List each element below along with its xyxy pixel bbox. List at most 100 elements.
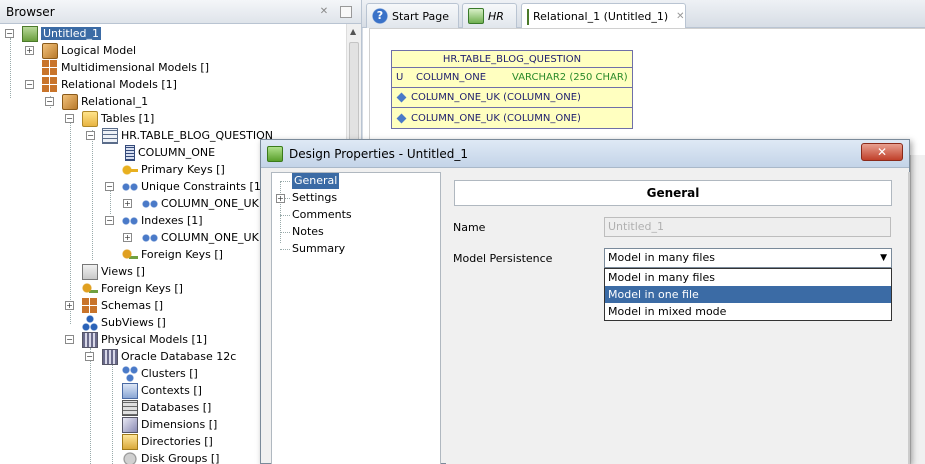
- tree-node-label: Primary Keys []: [141, 163, 225, 176]
- tree-node-label: Dimensions []: [141, 418, 218, 431]
- entity-constraint-row[interactable]: COLUMN_ONE_UK (COLUMN_ONE): [392, 88, 632, 108]
- tree-node-label: HR.TABLE_BLOG_QUESTION: [121, 129, 273, 142]
- table-icon: [102, 127, 118, 144]
- expand-toggle[interactable]: +: [123, 233, 132, 242]
- tab-label: HR: [488, 9, 504, 23]
- databases-icon: [122, 399, 138, 416]
- tree-node-disk-groups[interactable]: Disk Groups []: [122, 450, 219, 464]
- name-field[interactable]: Untitled_1: [604, 217, 891, 237]
- collapse-toggle[interactable]: −: [65, 114, 74, 123]
- tree-node-label: Contexts []: [141, 384, 202, 397]
- table-entity[interactable]: HR.TABLE_BLOG_QUESTION U COLUMN_ONE VARC…: [391, 50, 633, 129]
- chevron-down-icon[interactable]: ▼: [880, 249, 887, 267]
- dialog-scrollbar[interactable]: [908, 172, 910, 464]
- logical-model-icon: [42, 42, 58, 59]
- nav-settings[interactable]: Settings: [292, 190, 337, 206]
- tree-node-label: Multidimensional Models []: [61, 61, 210, 74]
- scroll-up-icon[interactable]: ▲: [350, 27, 356, 36]
- collapse-toggle[interactable]: −: [85, 352, 94, 361]
- dialog-title: Design Properties - Untitled_1: [289, 146, 468, 161]
- tree-node-directories[interactable]: Directories []: [122, 433, 213, 450]
- tree-node-label: Clusters []: [141, 367, 198, 380]
- tree-node-label: Foreign Keys []: [141, 248, 223, 261]
- tree-node-logical-model[interactable]: Logical Model: [42, 42, 136, 59]
- constraint-label: COLUMN_ONE_UK (COLUMN_ONE): [411, 92, 581, 103]
- folder-icon: [82, 110, 98, 127]
- tree-node-views[interactable]: Views []: [82, 263, 145, 280]
- tree-node-table-foreign-keys[interactable]: Foreign Keys []: [122, 246, 223, 263]
- tab-hr[interactable]: HR: [462, 3, 517, 28]
- physical-model-icon: [82, 331, 98, 348]
- browser-header: Browser ✕: [0, 0, 361, 24]
- unique-constraint-icon: [122, 178, 138, 195]
- tree-node-label: Oracle Database 12c: [121, 350, 237, 363]
- tree-node-contexts[interactable]: Contexts []: [122, 382, 202, 399]
- nav-notes[interactable]: Notes: [292, 224, 324, 240]
- index-icon: [396, 113, 407, 123]
- persistence-select[interactable]: Model in many files ▼: [604, 248, 892, 268]
- tree-node-untitled[interactable]: Untitled_1: [22, 25, 102, 42]
- tree-node-foreign-keys[interactable]: Foreign Keys []: [82, 280, 183, 297]
- tree-node-column[interactable]: COLUMN_ONE: [122, 144, 215, 161]
- tree-node-schemas[interactable]: Schemas []: [82, 297, 163, 314]
- tree-node-dimensions[interactable]: Dimensions []: [122, 416, 217, 433]
- tree-node-label: Foreign Keys []: [101, 282, 183, 295]
- tree-node-relational-1[interactable]: Relational_1: [62, 93, 148, 110]
- entity-index-row[interactable]: COLUMN_ONE_UK (COLUMN_ONE): [392, 108, 632, 128]
- tab-label: Start Page: [392, 9, 449, 23]
- tree-node-indexes[interactable]: Indexes [1]: [122, 212, 203, 229]
- tree-node-physical-models[interactable]: Physical Models [1]: [82, 331, 207, 348]
- collapse-toggle[interactable]: −: [45, 97, 54, 106]
- tree-node-table[interactable]: HR.TABLE_BLOG_QUESTION: [102, 127, 273, 144]
- nav-general[interactable]: General: [292, 173, 340, 189]
- collapse-toggle[interactable]: −: [105, 216, 114, 225]
- close-icon[interactable]: ✕: [676, 11, 684, 22]
- tree-node-subviews[interactable]: SubViews []: [82, 314, 166, 331]
- close-icon[interactable]: ✕: [318, 6, 330, 18]
- collapse-toggle[interactable]: −: [86, 131, 95, 140]
- tree-node-primary-keys[interactable]: Primary Keys []: [122, 161, 225, 178]
- option-mixed-mode[interactable]: Model in mixed mode: [605, 303, 891, 320]
- collapse-toggle[interactable]: −: [5, 29, 14, 38]
- option-one-file[interactable]: Model in one file: [605, 286, 891, 303]
- tab-relational-1[interactable]: Relational_1 (Untitled_1) ✕: [521, 3, 686, 29]
- foreign-key-icon: [122, 246, 138, 263]
- collapse-toggle[interactable]: −: [65, 335, 74, 344]
- tree-node-label: Logical Model: [61, 44, 137, 57]
- persistence-label: Model Persistence: [453, 252, 553, 265]
- entity-column-row[interactable]: U COLUMN_ONE VARCHAR2 (250 CHAR): [392, 68, 632, 88]
- name-label: Name: [453, 221, 486, 234]
- tree-node-relational-models[interactable]: Relational Models [1]: [42, 76, 177, 93]
- tree-node-index[interactable]: COLUMN_ONE_UK: [142, 229, 259, 246]
- nav-summary[interactable]: Summary: [292, 241, 345, 257]
- tree-node-unique-constraints[interactable]: Unique Constraints [1]: [122, 178, 265, 195]
- canvas-scrollbar[interactable]: [910, 155, 925, 464]
- expand-toggle[interactable]: +: [65, 301, 74, 310]
- collapse-toggle[interactable]: −: [105, 182, 114, 191]
- close-button[interactable]: ✕: [861, 143, 903, 161]
- tree-node-label: COLUMN_ONE_UK: [161, 197, 259, 210]
- tab-start-page[interactable]: ? Start Page: [366, 3, 459, 28]
- expand-toggle[interactable]: +: [123, 199, 132, 208]
- dialog-titlebar[interactable]: Design Properties - Untitled_1 ✕: [261, 140, 909, 168]
- context-icon: [122, 382, 138, 399]
- tree-node-oracle-db[interactable]: Oracle Database 12c: [102, 348, 236, 365]
- tab-label: Relational_1 (Untitled_1): [533, 10, 669, 23]
- tree-node-uk[interactable]: COLUMN_ONE_UK: [142, 195, 259, 212]
- relational-icon: [62, 93, 78, 110]
- disk-group-icon: [122, 450, 138, 464]
- persistence-value: Model in many files: [608, 251, 715, 264]
- tree-node-tables[interactable]: Tables [1]: [82, 110, 154, 127]
- collapse-toggle[interactable]: −: [25, 80, 34, 89]
- option-many-files[interactable]: Model in many files: [605, 269, 891, 286]
- column-type: VARCHAR2 (250 CHAR): [512, 72, 628, 83]
- tree-node-multidimensional[interactable]: Multidimensional Models []: [42, 59, 209, 76]
- design-properties-icon: [267, 145, 283, 162]
- tree-node-label: Physical Models [1]: [101, 333, 208, 346]
- minimize-icon[interactable]: [340, 6, 352, 18]
- nav-comments[interactable]: Comments: [292, 207, 352, 223]
- tree-node-clusters[interactable]: Clusters []: [122, 365, 198, 382]
- tree-node-databases[interactable]: Databases []: [122, 399, 211, 416]
- expand-toggle[interactable]: +: [25, 46, 34, 55]
- expand-toggle[interactable]: +: [276, 194, 285, 203]
